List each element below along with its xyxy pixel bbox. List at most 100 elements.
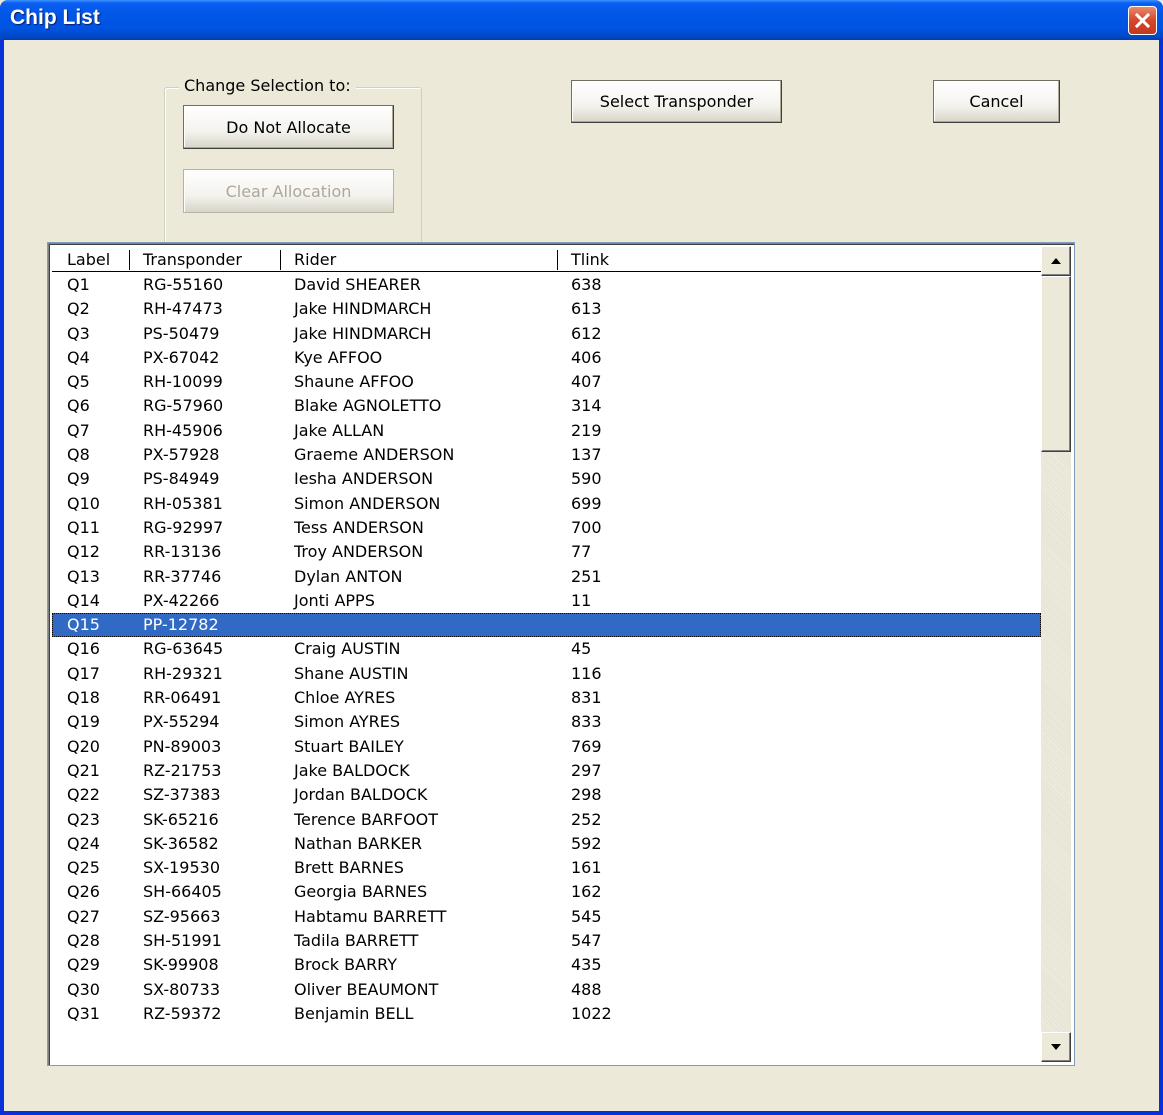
row-label: Q5 (67, 372, 90, 392)
row-rider: Chloe AYRES (294, 688, 396, 708)
list-item[interactable]: Q2 RH-47473 Jake HINDMARCH 613 (52, 297, 1041, 321)
row-label: Q1 (67, 275, 90, 294)
row-label: Q17 (67, 663, 100, 683)
row-transponder: SH-66405 (143, 882, 222, 902)
row-transponder: PN-89003 (143, 736, 222, 756)
change-selection-group: Change Selection to: Do Not Allocate Cle… (164, 76, 422, 262)
list-item[interactable]: Q4 PX-67042 Kye AFFOO 406 (52, 346, 1041, 370)
list-item[interactable]: Q20 PN-89003 Stuart BAILEY 769 (52, 735, 1041, 759)
list-item[interactable]: Q10 RH-05381 Simon ANDERSON 699 (52, 492, 1041, 516)
scroll-down-button[interactable] (1041, 1032, 1071, 1062)
scroll-thumb[interactable] (1041, 276, 1071, 452)
row-label: Q29 (67, 955, 100, 975)
row-transponder: PS-50479 (143, 323, 220, 343)
list-item[interactable]: Q26 SH-66405 Georgia BARNES 162 (52, 880, 1041, 904)
row-label: Q4 (67, 347, 90, 367)
row-tlink: 831 (571, 688, 602, 708)
chip-listbox[interactable]: Label Transponder Rider Tlink Q1 RG-55160… (47, 242, 1075, 1066)
list-item[interactable]: Q22 SZ-37383 Jordan BALDOCK 298 (52, 783, 1041, 807)
row-transponder: SK-65216 (143, 809, 219, 829)
row-label: Q18 (67, 688, 100, 708)
row-rider: Troy ANDERSON (294, 542, 424, 562)
row-rider: Habtamu BARRETT (294, 906, 447, 926)
row-rider: Tadila BARRETT (294, 931, 419, 951)
row-rider: Blake AGNOLETTO (294, 396, 442, 416)
row-tlink: 699 (571, 493, 602, 513)
list-item[interactable]: Q27 SZ-95663 Habtamu BARRETT 545 (52, 905, 1041, 929)
cancel-button[interactable]: Cancel (933, 80, 1060, 123)
list-item[interactable]: Q30 SX-80733 Oliver BEAUMONT 488 (52, 978, 1041, 1002)
row-rider: Simon ANDERSON (294, 493, 441, 513)
list-item[interactable]: Q7 RH-45906 Jake ALLAN 219 (52, 419, 1041, 443)
row-tlink: 406 (571, 347, 602, 367)
row-transponder: SZ-37383 (143, 785, 221, 805)
list-item[interactable]: Q23 SK-65216 Terence BARFOOT 252 (52, 808, 1041, 832)
row-transponder: SH-51991 (143, 931, 222, 951)
row-transponder: RH-10099 (143, 372, 223, 392)
row-rider: Brett BARNES (294, 858, 404, 878)
list-item[interactable]: Q31 RZ-59372 Benjamin BELL 1022 (52, 1002, 1041, 1026)
do-not-allocate-button[interactable]: Do Not Allocate (183, 105, 394, 149)
column-divider (557, 250, 558, 270)
row-label: Q31 (67, 1003, 100, 1023)
row-transponder: RH-29321 (143, 663, 223, 683)
list-item[interactable]: Q11 RG-92997 Tess ANDERSON 700 (52, 516, 1041, 540)
row-transponder: SK-36582 (143, 833, 219, 853)
row-tlink: 77 (571, 542, 592, 562)
list-item[interactable]: Q6 RG-57960 Blake AGNOLETTO 314 (52, 394, 1041, 418)
close-button[interactable] (1128, 6, 1157, 35)
list-item[interactable]: Q19 PX-55294 Simon AYRES 833 (52, 710, 1041, 734)
row-tlink: 219 (571, 420, 602, 440)
row-label: Q21 (67, 760, 100, 780)
list-item[interactable]: Q8 PX-57928 Graeme ANDERSON 137 (52, 443, 1041, 467)
row-rider: Stuart BAILEY (294, 736, 404, 756)
row-rider: Brock BARRY (294, 955, 398, 975)
vertical-scrollbar[interactable] (1041, 246, 1071, 1062)
row-label: Q26 (67, 882, 100, 902)
list-item[interactable]: Q13 RR-37746 Dylan ANTON 251 (52, 565, 1041, 589)
row-tlink: 137 (571, 445, 602, 465)
row-tlink: 161 (571, 858, 602, 878)
row-label: Q11 (67, 517, 100, 537)
list-item[interactable]: Q5 RH-10099 Shaune AFFOO 407 (52, 370, 1041, 394)
list-item[interactable]: Q17 RH-29321 Shane AUSTIN 116 (52, 662, 1041, 686)
row-label: Q16 (67, 639, 100, 659)
list-item[interactable]: Q24 SK-36582 Nathan BARKER 592 (52, 832, 1041, 856)
row-label: Q2 (67, 299, 90, 319)
list-item[interactable]: Q28 SH-51991 Tadila BARRETT 547 (52, 929, 1041, 953)
row-rider: Tess ANDERSON (294, 517, 424, 537)
list-item[interactable]: Q29 SK-99908 Brock BARRY 435 (52, 953, 1041, 977)
title-bar[interactable]: Chip List (0, 0, 1163, 40)
clear-allocation-button[interactable]: Clear Allocation (183, 169, 394, 213)
list-item-selected[interactable]: Q15 PP-12782 (52, 613, 1041, 638)
list-item[interactable]: Q18 RR-06491 Chloe AYRES 831 (52, 686, 1041, 710)
row-tlink: 298 (571, 785, 602, 805)
close-icon (1134, 12, 1151, 29)
row-label: Q15 (67, 615, 100, 635)
row-label: Q3 (67, 323, 90, 343)
list-item[interactable]: Q25 SX-19530 Brett BARNES 161 (52, 856, 1041, 880)
select-transponder-button[interactable]: Select Transponder (571, 80, 782, 123)
row-transponder: PX-42266 (143, 590, 220, 610)
list-item[interactable]: Q21 RZ-21753 Jake BALDOCK 297 (52, 759, 1041, 783)
row-tlink: 297 (571, 760, 602, 780)
row-tlink: 252 (571, 809, 602, 829)
list-item[interactable]: Q14 PX-42266 Jonti APPS 11 (52, 589, 1041, 613)
list-item[interactable]: Q1 RG-55160 David SHEARER 638 (52, 273, 1041, 297)
row-transponder: SZ-95663 (143, 906, 221, 926)
row-label: Q24 (67, 833, 100, 853)
list-item[interactable]: Q9 PS-84949 Iesha ANDERSON 590 (52, 467, 1041, 491)
row-tlink: 833 (571, 712, 602, 732)
scroll-up-button[interactable] (1041, 246, 1071, 276)
row-rider: Nathan BARKER (294, 833, 422, 853)
list-item[interactable]: Q12 RR-13136 Troy ANDERSON 77 (52, 540, 1041, 564)
row-transponder: RH-47473 (143, 299, 223, 319)
row-label: Q8 (67, 445, 90, 465)
list-item[interactable]: Q3 PS-50479 Jake HINDMARCH 612 (52, 322, 1041, 346)
row-label: Q22 (67, 785, 100, 805)
row-rider: Terence BARFOOT (294, 809, 439, 829)
list-item[interactable]: Q16 RG-63645 Craig AUSTIN 45 (52, 637, 1041, 661)
row-tlink: 407 (571, 372, 602, 392)
row-transponder: RR-13136 (143, 542, 222, 562)
row-rider: Shaune AFFOO (294, 372, 414, 392)
